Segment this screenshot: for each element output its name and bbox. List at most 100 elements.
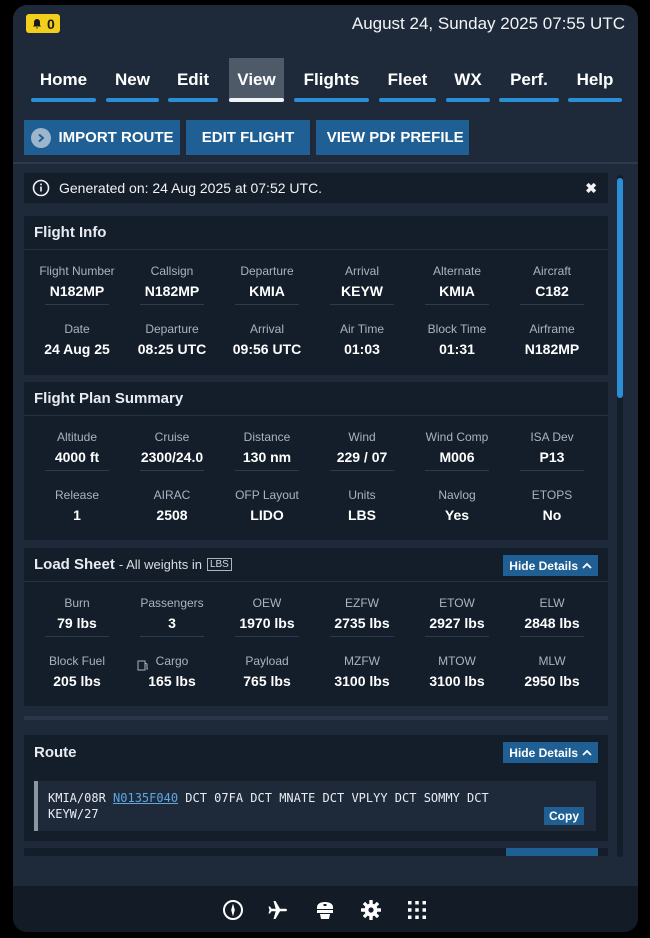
settings-gear-icon[interactable] <box>360 899 382 921</box>
info-cell: Altitude 4000 ft <box>37 430 117 471</box>
copy-route-button[interactable]: Copy <box>544 807 584 825</box>
cell-label: ETOPS <box>531 488 573 502</box>
close-icon[interactable]: ✖ <box>585 180 597 197</box>
cell-underline <box>235 304 299 305</box>
route-speed-altitude-link[interactable]: N0135F040 <box>113 791 178 805</box>
nav-fleet[interactable]: Fleet <box>379 58 436 102</box>
nav-help[interactable]: Help <box>568 58 622 102</box>
info-cell: ETOW 2927 lbs <box>417 596 497 637</box>
cell-underline <box>425 304 489 305</box>
cell-value: 205 lbs <box>53 673 101 689</box>
datetime-display: August 24, Sunday 2025 07:55 UTC <box>351 14 625 33</box>
nav-perf[interactable]: Perf. <box>499 58 559 102</box>
cell-label: MZFW <box>344 654 380 668</box>
cell-label: Wind Comp <box>425 430 489 444</box>
nav-wx[interactable]: WX <box>446 58 490 102</box>
cell-label: Arrival <box>344 264 379 278</box>
cell-label: Airframe <box>529 322 575 336</box>
info-cell: Passengers 3 <box>132 596 212 637</box>
route-panel: Route Hide Details KMIA/08R N0135F040 DC… <box>24 735 608 841</box>
flight-info-panel: Flight Info Flight Number N182MP Callsign N… <box>24 216 608 375</box>
generated-text: Generated on: 24 Aug 2025 at 07:52 UTC. <box>59 180 323 196</box>
cell-value: 01:03 <box>344 341 380 357</box>
nav-view[interactable]: View <box>229 58 284 102</box>
info-cell: Distance 130 nm <box>227 430 307 471</box>
route-hide-details-button[interactable]: Hide Details <box>503 742 598 763</box>
compass-icon[interactable] <box>222 899 244 921</box>
fuel-pump-icon <box>137 660 148 671</box>
route-string-box: KMIA/08R N0135F040 DCT 07FA DCT MNATE DC… <box>34 781 596 831</box>
cell-label: Flight Number <box>39 264 115 278</box>
cell-label: OEW <box>252 596 282 610</box>
info-cell: ISA Dev P13 <box>512 430 592 471</box>
cell-underline <box>520 470 584 471</box>
info-cell: Block Time 01:31 <box>417 322 497 357</box>
cell-label: ETOW <box>439 596 475 610</box>
airplane-icon[interactable] <box>267 899 289 921</box>
prefile-label: PREFILE <box>400 129 464 146</box>
cell-label: ISA Dev <box>530 430 574 444</box>
info-cell: Departure KMIA <box>227 264 307 305</box>
notification-count: 0 <box>47 15 55 32</box>
load-sheet-subtitle: - All weights in <box>118 557 202 572</box>
import-route-button[interactable]: IMPORT ROUTE <box>24 120 180 155</box>
cell-underline <box>330 636 394 637</box>
cell-value: 24 Aug 25 <box>44 341 110 357</box>
info-cell: Arrival KEYW <box>322 264 402 305</box>
flight-plan-summary-title-text: Flight Plan Summary <box>34 390 184 407</box>
cell-underline <box>45 304 109 305</box>
cell-underline <box>140 304 204 305</box>
chevron-up-icon <box>582 562 592 569</box>
cell-value: No <box>542 507 562 523</box>
cell-label: Block Time <box>427 322 487 336</box>
info-cell: Flight Number N182MP <box>37 264 117 305</box>
info-cell: Wind Comp M006 <box>417 430 497 471</box>
cell-value: KEYW <box>341 283 383 299</box>
nav-flights[interactable]: Flights <box>294 58 369 102</box>
info-cell: Navlog Yes <box>417 488 497 523</box>
scrollbar-thumb[interactable] <box>617 178 623 398</box>
cell-underline <box>140 636 204 637</box>
nav-new[interactable]: New <box>106 58 159 102</box>
route-title: Route Hide Details <box>24 735 608 769</box>
cell-label: Callsign <box>150 264 194 278</box>
cell-label: EZFW <box>345 596 379 610</box>
notification-badge[interactable]: 0 <box>26 14 60 33</box>
cell-value: LBS <box>348 507 376 523</box>
nav-home[interactable]: Home <box>31 58 96 102</box>
load-sheet-hide-details-button[interactable]: Hide Details <box>503 555 598 576</box>
cell-label: MLW <box>538 654 566 668</box>
pilot-cap-icon[interactable] <box>314 899 336 921</box>
app-window: 0 August 24, Sunday 2025 07:55 UTC Home … <box>13 5 638 932</box>
info-cell: Air Time 01:03 <box>322 322 402 357</box>
cell-underline <box>45 470 109 471</box>
flight-plan-summary-title: Flight Plan Summary <box>24 382 608 416</box>
cell-label: Passengers <box>140 596 204 610</box>
info-cell: ELW 2848 lbs <box>512 596 592 637</box>
content-scroll-area[interactable]: Generated on: 24 Aug 2025 at 07:52 UTC. … <box>13 164 638 856</box>
info-cell: Aircraft C182 <box>512 264 592 305</box>
cell-label: Departure <box>240 264 294 278</box>
info-cell: Date 24 Aug 25 <box>37 322 117 357</box>
prefile-button[interactable]: PREFILE <box>395 120 469 155</box>
edit-flight-button[interactable]: EDIT FLIGHT <box>186 120 310 155</box>
cell-label: Wind <box>348 430 376 444</box>
cell-label: Distance <box>243 430 291 444</box>
cell-value: N182MP <box>144 283 200 299</box>
nav-view-label: View <box>237 70 276 89</box>
cell-label: Units <box>348 488 376 502</box>
nav-help-label: Help <box>576 70 614 89</box>
route-line-1: KMIA/08R N0135F040 DCT 07FA DCT MNATE DC… <box>48 790 586 806</box>
info-cell: Alternate KMIA <box>417 264 497 305</box>
apps-grid-icon[interactable] <box>406 899 428 921</box>
cell-underline <box>425 636 489 637</box>
nav-edit[interactable]: Edit <box>168 58 218 102</box>
next-hide-details-button[interactable] <box>506 848 598 856</box>
cell-value: 165 lbs <box>148 673 196 689</box>
cell-value: 08:25 UTC <box>137 341 207 357</box>
cell-value: 2848 lbs <box>524 615 580 631</box>
import-route-label: IMPORT ROUTE <box>58 129 174 146</box>
cell-value: LIDO <box>250 507 284 523</box>
nav-wx-label: WX <box>454 70 482 89</box>
route-waypoints: DCT 07FA DCT MNATE DCT VPLYY DCT SOMMY D… <box>178 791 489 805</box>
